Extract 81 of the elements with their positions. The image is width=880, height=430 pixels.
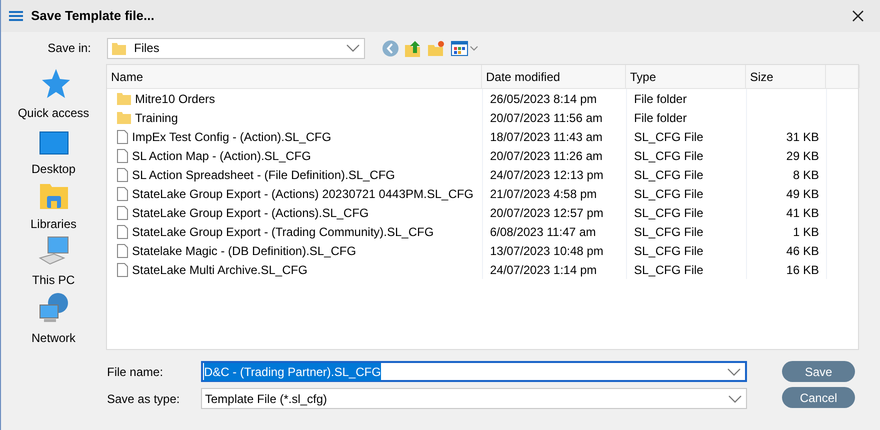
column-header[interactable]: Date modified xyxy=(482,65,626,88)
sidebar-place[interactable]: This PC xyxy=(4,236,104,292)
file-name-cell[interactable]: SL Action Spreadsheet - (File Definition).SL_CFG xyxy=(107,165,482,184)
size-cell: 41 KB xyxy=(746,203,826,222)
file-name-label: File name: xyxy=(106,364,164,380)
size-cell: 29 KB xyxy=(746,146,826,165)
new-folder-icon[interactable] xyxy=(428,40,445,56)
date-cell: 24/07/2023 12:13 pm xyxy=(482,165,626,184)
up-folder-icon[interactable] xyxy=(405,40,422,56)
sidebar-place[interactable]: Network xyxy=(4,292,104,350)
type-cell: SL_CFG File xyxy=(626,203,746,222)
file-name-cell[interactable]: StateLake Group Export - (Actions).SL_CFG xyxy=(107,203,482,222)
type-cell: SL_CFG File xyxy=(626,127,746,146)
type-cell: SL_CFG File xyxy=(626,184,746,203)
date-cell: 24/07/2023 1:14 pm xyxy=(482,260,626,279)
window-title: Save Template file... xyxy=(31,7,154,26)
dropdown-caret-icon[interactable] xyxy=(727,368,741,376)
file-icon xyxy=(117,262,128,276)
type-cell: SL_CFG File xyxy=(626,146,746,165)
menu-icon[interactable] xyxy=(9,11,23,21)
folder-icon xyxy=(117,92,131,105)
dialog-button[interactable]: Cancel xyxy=(782,387,855,408)
type-cell: SL_CFG File xyxy=(626,241,746,260)
size-cell: 1 KB xyxy=(746,222,826,241)
column-header[interactable]: Type xyxy=(626,65,746,88)
library-folder-icon xyxy=(38,182,68,210)
computer-icon xyxy=(38,236,70,266)
file-name-cell[interactable]: Training xyxy=(107,108,482,127)
file-name-field[interactable]: D&C - (Trading Partner).SL_CFG xyxy=(201,361,747,382)
dropdown-caret-icon[interactable] xyxy=(346,44,360,52)
file-icon xyxy=(117,206,128,220)
date-cell: 20/07/2023 11:26 am xyxy=(482,146,626,165)
type-cell: SL_CFG File xyxy=(626,260,746,279)
date-cell: 21/07/2023 4:58 pm xyxy=(482,184,626,203)
file-name-cell[interactable]: SL Action Map - (Action).SL_CFG xyxy=(107,146,482,165)
size-cell: 49 KB xyxy=(746,184,826,203)
file-icon xyxy=(117,168,128,182)
file-icon xyxy=(117,186,128,200)
dropdown-caret-icon[interactable] xyxy=(728,394,742,402)
back-icon[interactable] xyxy=(382,40,399,56)
folder-icon xyxy=(112,42,126,54)
type-cell: File folder xyxy=(626,89,746,108)
sidebar-place[interactable]: Desktop xyxy=(4,125,104,180)
desktop-icon xyxy=(38,130,68,154)
date-cell: 18/07/2023 11:43 am xyxy=(482,127,626,146)
save-as-type-label: Save as type: xyxy=(106,390,181,408)
type-cell: SL_CFG File xyxy=(626,165,746,184)
dialog-button[interactable]: Save xyxy=(782,361,855,382)
file-name-cell[interactable]: StateLake Group Export - (Trading Community).SL_CFG xyxy=(107,222,482,241)
save-in-dropdown[interactable]: Files xyxy=(107,38,365,58)
file-icon xyxy=(117,130,128,144)
date-cell: 13/07/2023 10:48 pm xyxy=(482,241,626,260)
close-icon[interactable] xyxy=(852,10,864,22)
type-cell: File folder xyxy=(626,108,746,127)
file-name-cell[interactable]: StateLake Multi Archive.SL_CFG xyxy=(107,260,482,279)
file-name-cell[interactable]: Statelake Magic - (DB Definition).SL_CFG xyxy=(107,241,482,260)
sidebar-place[interactable]: Quick access xyxy=(4,67,104,125)
file-icon xyxy=(117,244,128,258)
sidebar-place[interactable]: Libraries xyxy=(4,180,104,236)
caret-icon[interactable] xyxy=(470,46,478,50)
network-icon xyxy=(38,292,70,324)
column-header[interactable]: Size xyxy=(746,65,826,88)
file-icon xyxy=(117,224,128,238)
date-cell: 20/07/2023 11:56 am xyxy=(482,108,626,127)
file-name-cell[interactable]: ImpEx Test Config - (Action).SL_CFG xyxy=(107,127,482,146)
save-as-type-dropdown[interactable]: Template File (*.sl_cfg) xyxy=(201,388,747,409)
size-cell: 8 KB xyxy=(746,165,826,184)
date-cell: 20/07/2023 12:57 pm xyxy=(482,203,626,222)
type-cell: SL_CFG File xyxy=(626,222,746,241)
file-name-cell[interactable]: Mitre10 Orders xyxy=(107,89,482,108)
folder-icon xyxy=(117,111,131,124)
column-header[interactable]: Name xyxy=(107,65,482,88)
size-cell: 46 KB xyxy=(746,241,826,260)
view-menu-icon[interactable] xyxy=(451,40,468,56)
save-in-label: Save in: xyxy=(46,40,92,57)
size-cell: 16 KB xyxy=(746,260,826,279)
date-cell: 26/05/2023 8:14 pm xyxy=(482,89,626,108)
file-name-cell[interactable]: StateLake Group Export - (Actions) 20230721 0443PM.SL_CFG xyxy=(107,184,482,203)
date-cell: 6/08/2023 11:47 am xyxy=(482,222,626,241)
size-cell: 31 KB xyxy=(746,127,826,146)
file-icon xyxy=(117,148,128,162)
